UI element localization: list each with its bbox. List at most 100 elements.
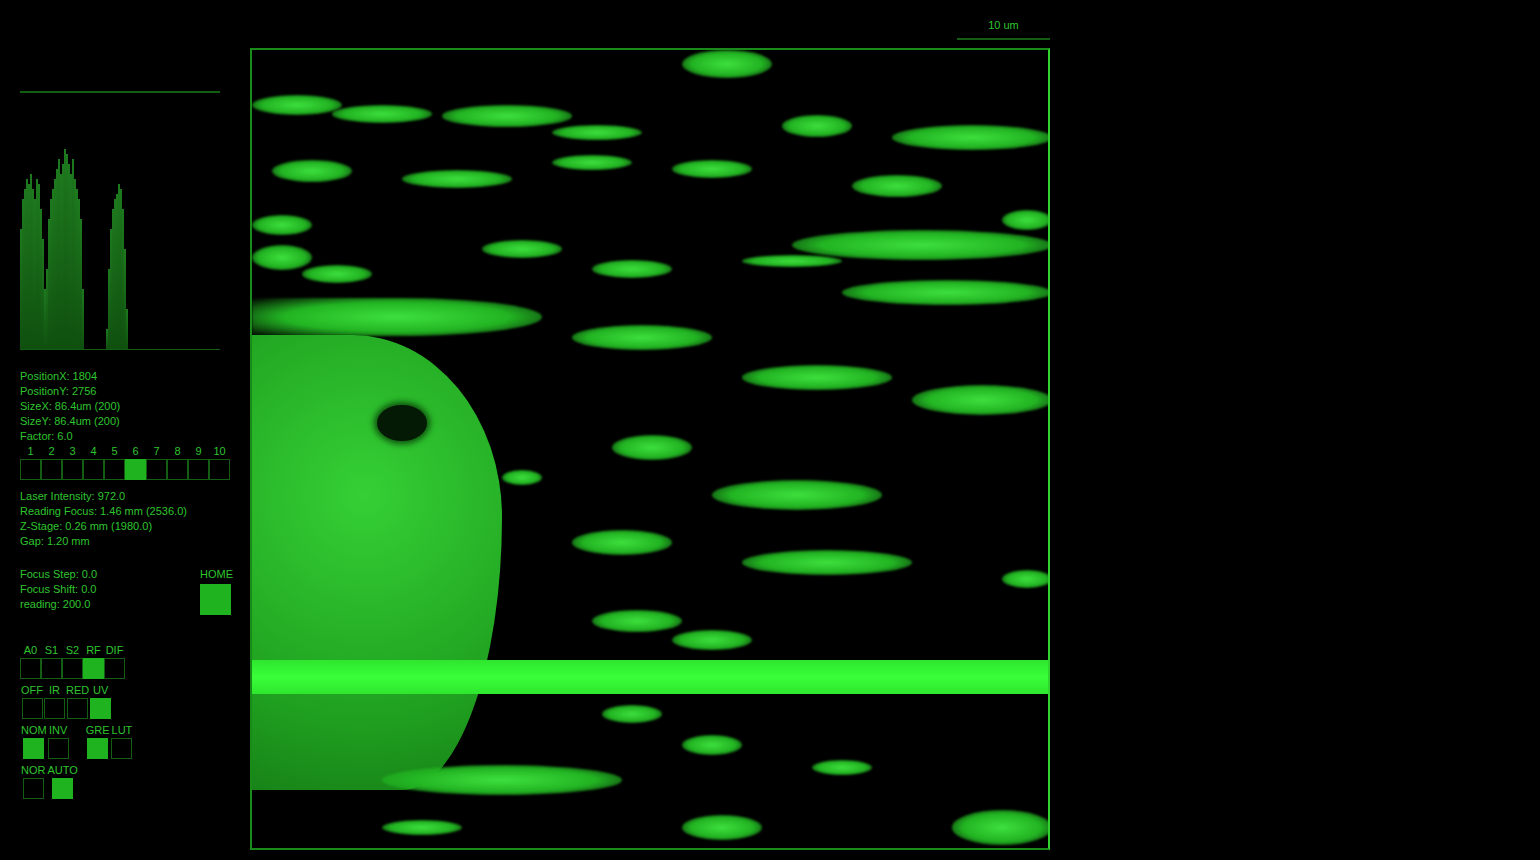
toggle-label: S2 bbox=[65, 643, 80, 658]
factor-option[interactable]: 4 bbox=[83, 444, 104, 480]
factor-option[interactable]: 7 bbox=[146, 444, 167, 480]
control-panel: PositionX: 1804PositionY: 2756SizeX: 86.… bbox=[20, 0, 250, 850]
focus-lines: Focus Step: 0.0Focus Shift: 0.0reading: … bbox=[20, 567, 200, 615]
cell-blob bbox=[402, 170, 512, 188]
toggle-option[interactable]: A0 bbox=[20, 643, 41, 679]
cell-blob bbox=[252, 95, 342, 115]
toggle-box[interactable] bbox=[90, 698, 111, 719]
toggle-option[interactable]: NOM bbox=[20, 723, 48, 759]
factor-option[interactable]: 3 bbox=[62, 444, 83, 480]
factor-box[interactable] bbox=[125, 459, 146, 480]
factor-label: 8 bbox=[173, 444, 181, 459]
app: PositionX: 1804PositionY: 2756SizeX: 86.… bbox=[0, 0, 1540, 850]
toggle-option[interactable]: DIF bbox=[104, 643, 125, 679]
cell-blob bbox=[382, 765, 622, 795]
toggle-option[interactable]: LUT bbox=[111, 723, 134, 759]
toggle-option[interactable]: UV bbox=[90, 683, 111, 719]
toggle-group: NORAUTO bbox=[20, 763, 79, 799]
toggle-option[interactable]: S2 bbox=[62, 643, 83, 679]
factor-box[interactable] bbox=[83, 459, 104, 480]
cell-blob bbox=[792, 230, 1050, 260]
cell-blob bbox=[742, 550, 912, 575]
toggle-box[interactable] bbox=[48, 738, 69, 759]
status-lines: Laser Intensity: 972.0Reading Focus: 1.4… bbox=[20, 489, 250, 549]
cell-blob bbox=[252, 298, 542, 336]
toggle-label: A0 bbox=[23, 643, 38, 658]
factor-box[interactable] bbox=[41, 459, 62, 480]
readout-line: SizeY: 86.4um (200) bbox=[20, 414, 250, 429]
toggle-box[interactable] bbox=[23, 738, 44, 759]
toggle-label: NOR bbox=[20, 763, 46, 778]
toggle-group: A0S1S2RFDIF bbox=[20, 643, 125, 679]
factor-option[interactable]: 10 bbox=[209, 444, 230, 480]
cell-blob bbox=[302, 265, 372, 283]
toggle-option[interactable]: RF bbox=[83, 643, 104, 679]
factor-box[interactable] bbox=[146, 459, 167, 480]
cell-blob bbox=[812, 760, 872, 775]
toggle-box[interactable] bbox=[41, 658, 62, 679]
cell-blob bbox=[682, 50, 772, 78]
factor-box[interactable] bbox=[188, 459, 209, 480]
scale-bar: 10 um bbox=[957, 18, 1050, 40]
factor-box[interactable] bbox=[209, 459, 230, 480]
toggle-option[interactable]: INV bbox=[48, 723, 69, 759]
toggle-box[interactable] bbox=[23, 778, 44, 799]
factor-selector: 12345678910 bbox=[20, 444, 250, 480]
factor-label: 3 bbox=[68, 444, 76, 459]
toggle-label: OFF bbox=[20, 683, 44, 698]
factor-option[interactable]: 6 bbox=[125, 444, 146, 480]
toggle-option[interactable]: NOR bbox=[20, 763, 46, 799]
factor-label: 10 bbox=[212, 444, 226, 459]
factor-option[interactable]: 1 bbox=[20, 444, 41, 480]
status-line: Gap: 1.20 mm bbox=[20, 534, 250, 549]
factor-box[interactable] bbox=[104, 459, 125, 480]
cell-blob bbox=[852, 175, 942, 197]
factor-option[interactable]: 2 bbox=[41, 444, 62, 480]
toggle-box[interactable] bbox=[44, 698, 65, 719]
toggle-box[interactable] bbox=[20, 658, 41, 679]
factor-box[interactable] bbox=[167, 459, 188, 480]
image-area: 10 um bbox=[250, 0, 1050, 850]
cell-blob bbox=[252, 215, 312, 235]
toggle-box[interactable] bbox=[22, 698, 43, 719]
cell-blob bbox=[952, 810, 1050, 845]
toggle-label: DIF bbox=[105, 643, 125, 658]
cell-nucleus bbox=[377, 405, 427, 441]
factor-option[interactable]: 9 bbox=[188, 444, 209, 480]
cell-blob bbox=[612, 435, 692, 460]
toggle-option[interactable]: OFF bbox=[20, 683, 44, 719]
toggle-label: INV bbox=[48, 723, 68, 738]
factor-option[interactable]: 8 bbox=[167, 444, 188, 480]
cell-blob bbox=[272, 160, 352, 182]
factor-box[interactable] bbox=[20, 459, 41, 480]
toggle-label: GRE bbox=[85, 723, 111, 738]
toggle-box[interactable] bbox=[87, 738, 108, 759]
cell-blob bbox=[572, 325, 712, 350]
cell-blob bbox=[592, 260, 672, 278]
cell-blob bbox=[442, 105, 572, 127]
toggle-box[interactable] bbox=[67, 698, 88, 719]
toggle-box[interactable] bbox=[83, 658, 104, 679]
toggle-box[interactable] bbox=[52, 778, 73, 799]
status-line: Reading Focus: 1.46 mm (2536.0) bbox=[20, 504, 250, 519]
status-line: Laser Intensity: 972.0 bbox=[20, 489, 250, 504]
toggle-option[interactable]: S1 bbox=[41, 643, 62, 679]
factor-box[interactable] bbox=[62, 459, 83, 480]
toggle-label: LUT bbox=[111, 723, 134, 738]
toggle-group: NOMINV bbox=[20, 723, 69, 759]
toggle-option[interactable]: GRE bbox=[85, 723, 111, 759]
histogram-bar bbox=[126, 309, 128, 349]
toggle-option[interactable]: RED bbox=[65, 683, 90, 719]
cell-blob bbox=[502, 470, 542, 485]
toggle-label: UV bbox=[92, 683, 109, 698]
toggle-box[interactable] bbox=[104, 658, 125, 679]
toggle-option[interactable]: AUTO bbox=[46, 763, 78, 799]
factor-option[interactable]: 5 bbox=[104, 444, 125, 480]
toggle-option[interactable]: IR bbox=[44, 683, 65, 719]
cell-blob bbox=[912, 385, 1050, 415]
readout-line: PositionX: 1804 bbox=[20, 369, 250, 384]
toggle-box[interactable] bbox=[62, 658, 83, 679]
home-button[interactable] bbox=[200, 584, 231, 615]
toggle-box[interactable] bbox=[111, 738, 132, 759]
cell-blob bbox=[672, 630, 752, 650]
